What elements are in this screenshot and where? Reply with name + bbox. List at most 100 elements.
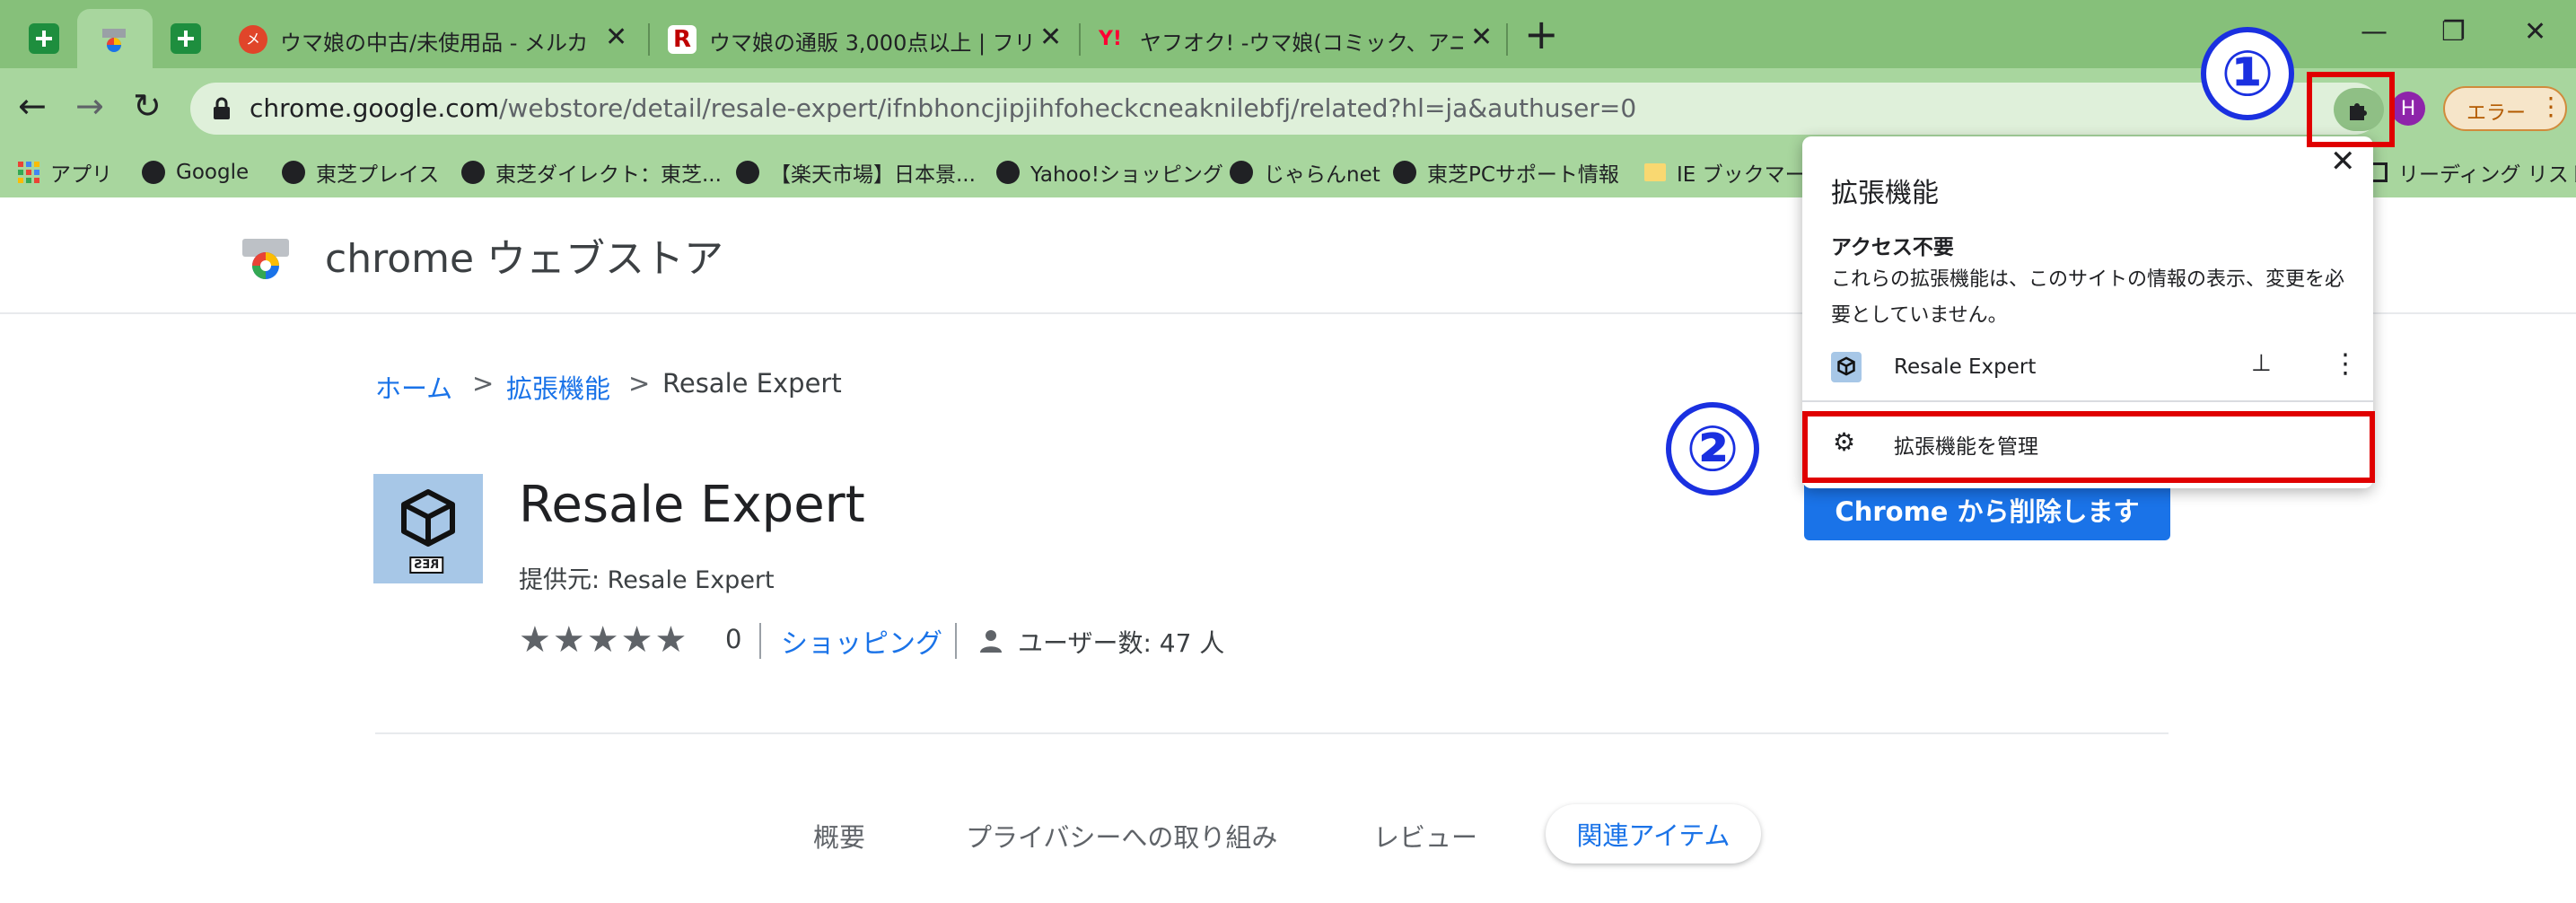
tab-separator [648, 23, 650, 56]
tab-separator [1506, 23, 1508, 56]
globe-icon [1393, 161, 1416, 184]
extension-icon: RES [373, 474, 483, 583]
new-tab-button[interactable]: + [1524, 13, 1559, 55]
popup-description: これらの拡張機能は、このサイトの情報の表示、変更を必要としていません。 [1831, 268, 2345, 327]
popup-title: 拡張機能 [1831, 178, 1939, 209]
google-sheets-icon [29, 23, 59, 54]
popup-section-heading: アクセス不要 [1831, 236, 1954, 259]
error-label: エラー [2466, 102, 2527, 125]
error-button[interactable]: エラー ⋮ [2443, 86, 2567, 131]
bookmark-yahoo-shopping[interactable]: Yahoo!ショッピング [996, 153, 1223, 192]
apps-grid-icon [18, 162, 39, 183]
tab-related-items[interactable]: 関連アイテム [1546, 804, 1761, 864]
popup-more-icon[interactable]: ⋮ [2332, 348, 2359, 380]
url-path: /webstore/detail/resale-expert/ifnbhoncj… [499, 93, 1637, 123]
popup-extension-name[interactable]: Resale Expert [1894, 355, 2036, 379]
breadcrumb-current: Resale Expert [662, 368, 842, 399]
profile-avatar[interactable]: H [2391, 92, 2425, 126]
user-icon [980, 630, 1002, 653]
webstore-logo[interactable] [241, 235, 291, 280]
extension-name: Resale Expert [519, 476, 865, 534]
bookmark-label: じゃらんnet [1264, 163, 1380, 187]
mercari-icon: メ [239, 25, 267, 54]
package-box-icon [401, 489, 455, 547]
tab-reviews[interactable]: レビュー [1373, 817, 1477, 855]
meta-divider [759, 623, 761, 659]
section-divider [375, 732, 2169, 734]
bookmark-label: 【楽天市場】日本景... [770, 163, 976, 187]
store-title[interactable]: chrome ウェブストア [325, 226, 723, 284]
bookmark-google[interactable]: Google [142, 153, 249, 192]
extension-icon-badge: RES [409, 557, 444, 574]
tab-close-icon[interactable]: ✕ [1470, 22, 1493, 53]
tab-privacy[interactable]: プライバシーへの取り組み [966, 817, 1277, 855]
bookmark-toshiba-direct[interactable]: 東芝ダイレクト：東芝... [461, 153, 722, 192]
url-text[interactable]: chrome.google.com/webstore/detail/resale… [250, 93, 1636, 123]
meta-divider [955, 623, 957, 659]
pinned-tab-webstore[interactable] [77, 9, 153, 68]
bookmark-jalan[interactable]: じゃらんnet [1230, 153, 1380, 192]
globe-icon [1230, 161, 1253, 184]
back-button[interactable]: ← [18, 86, 47, 126]
highlight-extensions-button [2307, 72, 2395, 147]
popup-extension-icon [1831, 352, 1862, 382]
folder-icon [1644, 163, 1666, 181]
pinned-tab-sheets-2[interactable] [149, 9, 224, 68]
user-count: ユーザー数: 47 人 [1018, 628, 1225, 658]
globe-icon [461, 161, 485, 184]
bookmark-apps[interactable]: アプリ [18, 153, 112, 192]
restore-button[interactable]: ❐ [2441, 16, 2466, 48]
annotation-step-2: ② [1666, 402, 1759, 495]
bookmark-toshiba-support[interactable]: 東芝PCサポート情報 [1393, 153, 1619, 192]
rating-count[interactable]: 0 [725, 624, 741, 654]
url-host: chrome.google.com [250, 93, 500, 123]
tab-yahoo-auction[interactable]: Y! ヤフオク! -ウマ娘(コミック、アニメグッズ ✕ [1086, 9, 1508, 68]
bookmark-label: 東芝プレイス [316, 163, 440, 187]
menu-dots-icon: ⋮ [2538, 92, 2563, 121]
highlight-manage-extensions [1802, 411, 2375, 483]
globe-icon [282, 161, 305, 184]
tab-overview[interactable]: 概要 [813, 817, 865, 855]
tab-title: ウマ娘の通販 3,000点以上 | フリマア [709, 31, 1032, 56]
globe-icon [736, 161, 759, 184]
category-link[interactable]: ショッピング [781, 621, 942, 661]
pin-icon[interactable]: ⊥ [2251, 350, 2272, 377]
globe-icon [142, 161, 165, 184]
bookmark-label: 東芝ダイレクト：東芝... [495, 163, 722, 187]
bookmark-toshiba-place[interactable]: 東芝プレイス [282, 153, 439, 192]
window-close-button[interactable]: ✕ [2524, 16, 2546, 48]
minimize-button[interactable]: — [2361, 16, 2388, 48]
breadcrumb-home[interactable]: ホーム [375, 368, 452, 406]
reading-list[interactable]: リーディング リスト [2370, 153, 2576, 192]
popup-close-icon[interactable]: ✕ [2330, 144, 2356, 180]
bookmark-label: Yahoo!ショッピング [1030, 163, 1223, 187]
tab-title: ウマ娘の中古/未使用品 - メルカリ [280, 31, 585, 56]
popup-divider [1802, 400, 2373, 402]
reload-button[interactable]: ↻ [133, 86, 162, 126]
bookmark-rakuten[interactable]: 【楽天市場】日本景... [736, 153, 976, 192]
google-sheets-icon [171, 23, 201, 54]
tab-close-icon[interactable]: ✕ [1039, 22, 1062, 53]
tab-close-icon[interactable]: ✕ [605, 22, 627, 53]
extension-provider: 提供元: Resale Expert [519, 566, 775, 594]
forward-button[interactable]: → [75, 86, 104, 126]
bookmark-label: Google [176, 161, 250, 184]
rating-stars[interactable]: ★★★★★ [519, 619, 688, 661]
lock-icon[interactable] [212, 97, 232, 120]
tab-rakuten[interactable]: R ウマ娘の通販 3,000点以上 | フリマア ✕ [655, 9, 1081, 68]
yahoo-icon: Y! [1099, 28, 1122, 50]
breadcrumb-separator: > [628, 368, 651, 399]
annotation-step-1: ① [2201, 27, 2294, 120]
globe-icon [996, 161, 1020, 184]
reading-list-label: リーディング リスト [2398, 163, 2576, 187]
bookmark-ie-folder[interactable]: IE ブックマーク [1644, 153, 1827, 192]
rakuten-icon: R [668, 25, 697, 54]
remove-from-chrome-button[interactable]: Chrome から削除します [1804, 479, 2170, 540]
breadcrumb-separator: > [472, 368, 495, 399]
bookmark-label: 東芝PCサポート情報 [1427, 163, 1619, 187]
breadcrumb-category[interactable]: 拡張機能 [506, 368, 610, 406]
tab-mercari[interactable]: メ ウマ娘の中古/未使用品 - メルカリ ✕ [226, 9, 650, 68]
pinned-tab-sheets[interactable] [7, 9, 83, 68]
tab-separator [1079, 23, 1081, 56]
tab-title: ヤフオク! -ウマ娘(コミック、アニメグッズ [1140, 31, 1463, 56]
